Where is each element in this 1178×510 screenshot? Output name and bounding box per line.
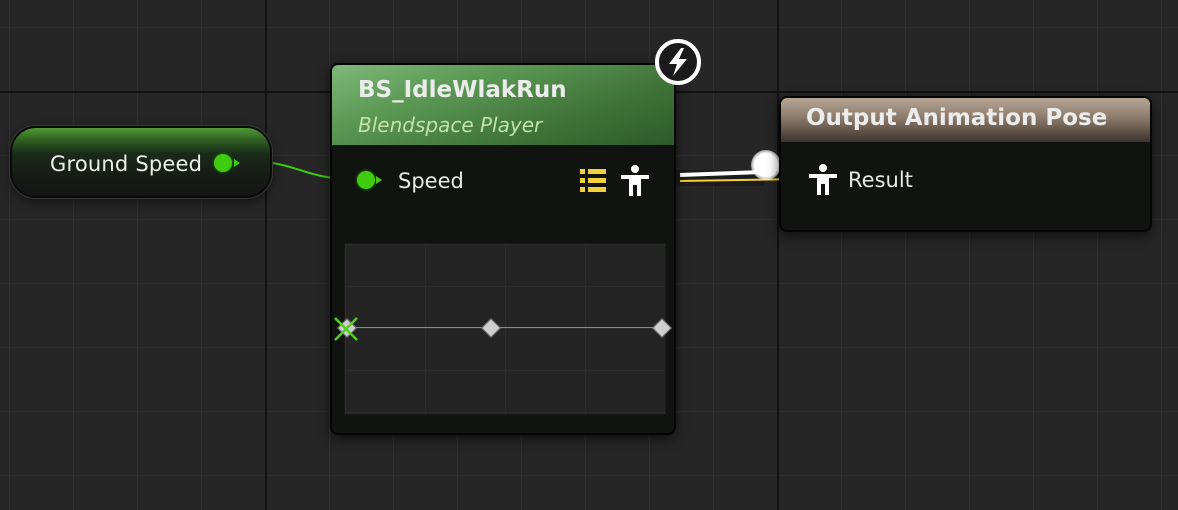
node-header[interactable]: BS_IdleWlakRun Blendspace Player xyxy=(332,65,674,145)
pose-input-pin[interactable] xyxy=(751,150,781,180)
output-animation-pose-node[interactable]: Output Animation Pose Result xyxy=(779,96,1152,232)
blendspace-sample-point xyxy=(481,318,501,338)
list-icon[interactable] xyxy=(580,167,608,195)
current-sample-cross-icon xyxy=(334,317,358,341)
node-title: BS_IdleWlakRun xyxy=(358,77,567,103)
pose-input-pin-icon[interactable] xyxy=(808,164,838,196)
blendspace-axis xyxy=(345,327,665,328)
pin-arrow-icon xyxy=(376,176,382,184)
node-header[interactable]: Output Animation Pose xyxy=(781,98,1150,142)
float-output-pin[interactable] xyxy=(214,154,232,172)
variable-label: Ground Speed xyxy=(50,152,203,176)
pose-output-pin-icon[interactable] xyxy=(620,165,650,197)
result-pin-label: Result xyxy=(848,168,913,192)
flash-icon xyxy=(655,39,701,85)
blendspace-preview[interactable] xyxy=(334,243,672,415)
node-title: Output Animation Pose xyxy=(806,105,1108,131)
pose-wire xyxy=(679,170,763,177)
blendspace-sample-point xyxy=(652,318,672,338)
speed-pin-label: Speed xyxy=(398,169,464,193)
ground-speed-variable-node[interactable]: Ground Speed xyxy=(10,126,272,198)
pin-arrow-icon xyxy=(234,159,240,167)
blendspace-player-node[interactable]: BS_IdleWlakRun Blendspace Player Speed xyxy=(330,63,676,435)
speed-input-pin[interactable] xyxy=(357,171,375,189)
node-subtitle: Blendspace Player xyxy=(358,113,543,137)
